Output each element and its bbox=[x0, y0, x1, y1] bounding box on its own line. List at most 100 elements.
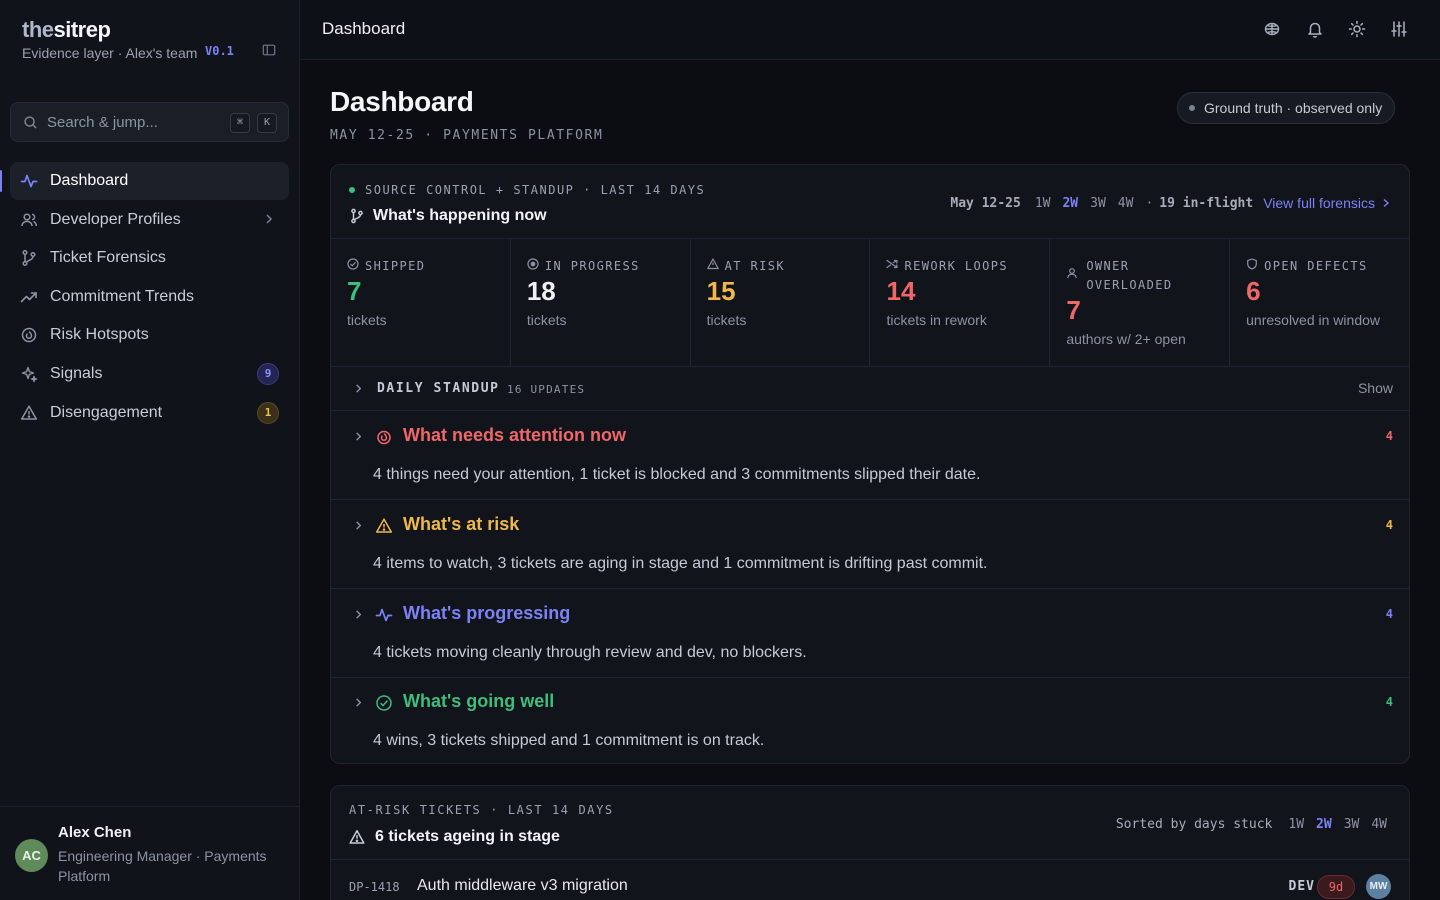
stat-label: SHIPPED bbox=[365, 259, 426, 273]
stat-unit: tickets in rework bbox=[886, 312, 987, 328]
ticket-title: Auth middleware v3 migration bbox=[417, 877, 628, 894]
section-count: 4 bbox=[1385, 695, 1393, 709]
warning-icon bbox=[375, 517, 393, 535]
sidebar: thesitrep Evidence layer · Alex's team V… bbox=[0, 0, 300, 900]
avatar[interactable]: MW bbox=[1366, 874, 1391, 899]
ground-truth-pill: Ground truth · observed only bbox=[1177, 92, 1396, 124]
range-4w[interactable]: 4W bbox=[1118, 196, 1134, 211]
section-title: What's progressing bbox=[403, 603, 571, 623]
sidebar-item-label: Commitment Trends bbox=[50, 287, 195, 305]
stat-at-risk[interactable]: AT RISK 15 tickets bbox=[691, 239, 871, 366]
stat-unit: tickets bbox=[347, 312, 387, 328]
range-1w[interactable]: 1W bbox=[1288, 817, 1304, 832]
sidebar-item-label: Signals bbox=[50, 364, 103, 382]
at-risk-tickets-card: AT-RISK TICKETS · LAST 14 DAYS 6 tickets… bbox=[330, 785, 1410, 900]
ticket-stage: DEV bbox=[1288, 879, 1315, 894]
ticket-id: DP-1418 bbox=[349, 880, 400, 894]
sun-icon[interactable] bbox=[1348, 20, 1366, 38]
git-branch-icon bbox=[349, 208, 365, 224]
section-body: 4 tickets moving cleanly through review … bbox=[373, 644, 807, 661]
chevron-right-icon bbox=[353, 520, 364, 531]
stat-rework-loops[interactable]: REWORK LOOPS 14 tickets in rework bbox=[870, 239, 1051, 366]
sidebar-item-risk-hotspots[interactable]: Risk Hotspots bbox=[10, 316, 289, 354]
brand-subtitle: Evidence layer · Alex's team bbox=[22, 45, 198, 61]
stat-shipped[interactable]: SHIPPED 7 tickets bbox=[331, 239, 511, 366]
sidebar-item-label: Disengagement bbox=[50, 403, 163, 421]
section-needs-attention[interactable]: What needs attention now 4 4 things need… bbox=[331, 411, 1409, 500]
search-input[interactable] bbox=[47, 111, 227, 133]
kbd-k: K bbox=[257, 113, 277, 133]
view-forensics-link[interactable]: View full forensics bbox=[1263, 195, 1375, 211]
standup-label: DAILY STANDUP bbox=[377, 381, 500, 396]
range-3w[interactable]: 3W bbox=[1090, 196, 1106, 211]
sidebar-item-signals[interactable]: Signals 9 bbox=[10, 355, 289, 393]
range-2w[interactable]: 2W bbox=[1062, 196, 1078, 211]
section-going-well[interactable]: What's going well 4 4 wins, 3 tickets sh… bbox=[331, 677, 1409, 766]
range-4w[interactable]: 4W bbox=[1371, 817, 1387, 832]
stat-owner-overloaded[interactable]: OWNER OVERLOADED 7 authors w/ 2+ open bbox=[1050, 239, 1231, 366]
sidebar-item-ticket-forensics[interactable]: Ticket Forensics bbox=[10, 239, 289, 277]
stat-value: 6 bbox=[1246, 276, 1261, 306]
stat-label: OPEN DEFECTS bbox=[1264, 259, 1368, 273]
range-date: May 12-25 bbox=[950, 195, 1021, 211]
section-title: What's at risk bbox=[403, 514, 520, 534]
sort-label[interactable]: Sorted by days stuck bbox=[1116, 817, 1273, 832]
flame-icon bbox=[20, 326, 38, 344]
overview-eyebrow: SOURCE CONTROL + STANDUP · LAST 14 DAYS bbox=[365, 183, 706, 197]
section-count: 4 bbox=[1385, 429, 1393, 443]
at-risk-eyebrow: AT-RISK TICKETS · LAST 14 DAYS bbox=[349, 803, 614, 817]
sidebar-item-dashboard[interactable]: Dashboard bbox=[0, 162, 289, 200]
section-body: 4 things need your attention, 1 ticket i… bbox=[373, 466, 981, 483]
sidebar-collapse-icon[interactable] bbox=[262, 43, 276, 57]
stat-value: 14 bbox=[886, 276, 916, 306]
stat-label: REWORK LOOPS bbox=[904, 259, 1008, 273]
check-circle-icon bbox=[375, 694, 393, 712]
stat-unit: tickets bbox=[526, 312, 567, 328]
range-3w[interactable]: 3W bbox=[1344, 817, 1360, 832]
stat-open-defects[interactable]: OPEN DEFECTS 6 unresolved in window bbox=[1230, 239, 1409, 366]
at-risk-range-selector: Sorted by days stuck 1W 2W 3W 4W bbox=[1116, 817, 1393, 832]
overview-card: SOURCE CONTROL + STANDUP · LAST 14 DAYS … bbox=[330, 164, 1410, 764]
sliders-icon[interactable] bbox=[1390, 20, 1408, 38]
standup-show-button[interactable]: Show bbox=[1358, 380, 1393, 396]
flame-icon bbox=[375, 428, 393, 446]
search-box[interactable]: ⌘ K bbox=[10, 102, 289, 142]
stat-value: 7 bbox=[347, 276, 362, 306]
stat-in-progress[interactable]: IN PROGRESS 18 tickets bbox=[511, 239, 691, 366]
daily-standup-row[interactable]: DAILY STANDUP 16 UPDATES Show bbox=[331, 367, 1409, 411]
stat-value: 15 bbox=[706, 276, 736, 306]
section-at-risk[interactable]: What's at risk 4 4 items to watch, 3 tic… bbox=[331, 500, 1409, 589]
chevron-right-icon bbox=[353, 609, 364, 620]
section-count: 4 bbox=[1385, 607, 1393, 621]
user-profile[interactable]: AC Alex Chen Engineering Manager · Payme… bbox=[0, 806, 299, 900]
disengagement-count-badge: 1 bbox=[257, 401, 279, 424]
stats-row: SHIPPED 7 tickets IN PROGRESS 18 tickets… bbox=[331, 238, 1409, 367]
range-separator: · bbox=[1145, 195, 1154, 211]
sidebar-item-developer-profiles[interactable]: Developer Profiles bbox=[10, 201, 289, 239]
chevron-right-icon bbox=[1381, 198, 1391, 208]
range-2w[interactable]: 2W bbox=[1316, 817, 1332, 832]
sidebar-item-label: Risk Hotspots bbox=[50, 326, 149, 344]
stat-unit: unresolved in window bbox=[1246, 312, 1380, 328]
days-stuck-badge: 9d bbox=[1317, 875, 1355, 899]
range-1w[interactable]: 1W bbox=[1035, 196, 1051, 211]
status-dot bbox=[349, 187, 355, 193]
sidebar-item-disengagement[interactable]: Disengagement 1 bbox=[10, 394, 289, 432]
sidebar-item-label: Ticket Forensics bbox=[50, 249, 166, 267]
brain-icon[interactable] bbox=[1263, 20, 1281, 38]
user-role: Engineering Manager · Payments Platform bbox=[58, 848, 267, 884]
sidebar-item-commitment-trends[interactable]: Commitment Trends bbox=[10, 278, 289, 316]
kbd-command: ⌘ bbox=[230, 113, 250, 133]
logo[interactable]: thesitrep bbox=[22, 16, 202, 44]
section-progressing[interactable]: What's progressing 4 4 tickets moving cl… bbox=[331, 589, 1409, 678]
sidebar-nav: Dashboard Developer Profiles Ticket Fore… bbox=[0, 162, 289, 432]
bell-icon[interactable] bbox=[1306, 20, 1324, 38]
users-icon bbox=[20, 211, 38, 229]
table-row[interactable]: DP-1418 Auth middleware v3 migration DEV… bbox=[331, 859, 1409, 900]
page-subtitle: MAY 12-25 · PAYMENTS PLATFORM bbox=[330, 128, 604, 143]
logo-bold-part: sitrep bbox=[53, 17, 111, 42]
section-body: 4 wins, 3 tickets shipped and 1 commitme… bbox=[373, 732, 765, 749]
overview-heading: What's happening now bbox=[373, 207, 547, 224]
stat-label: IN PROGRESS bbox=[544, 259, 640, 273]
section-title: What needs attention now bbox=[403, 425, 626, 445]
